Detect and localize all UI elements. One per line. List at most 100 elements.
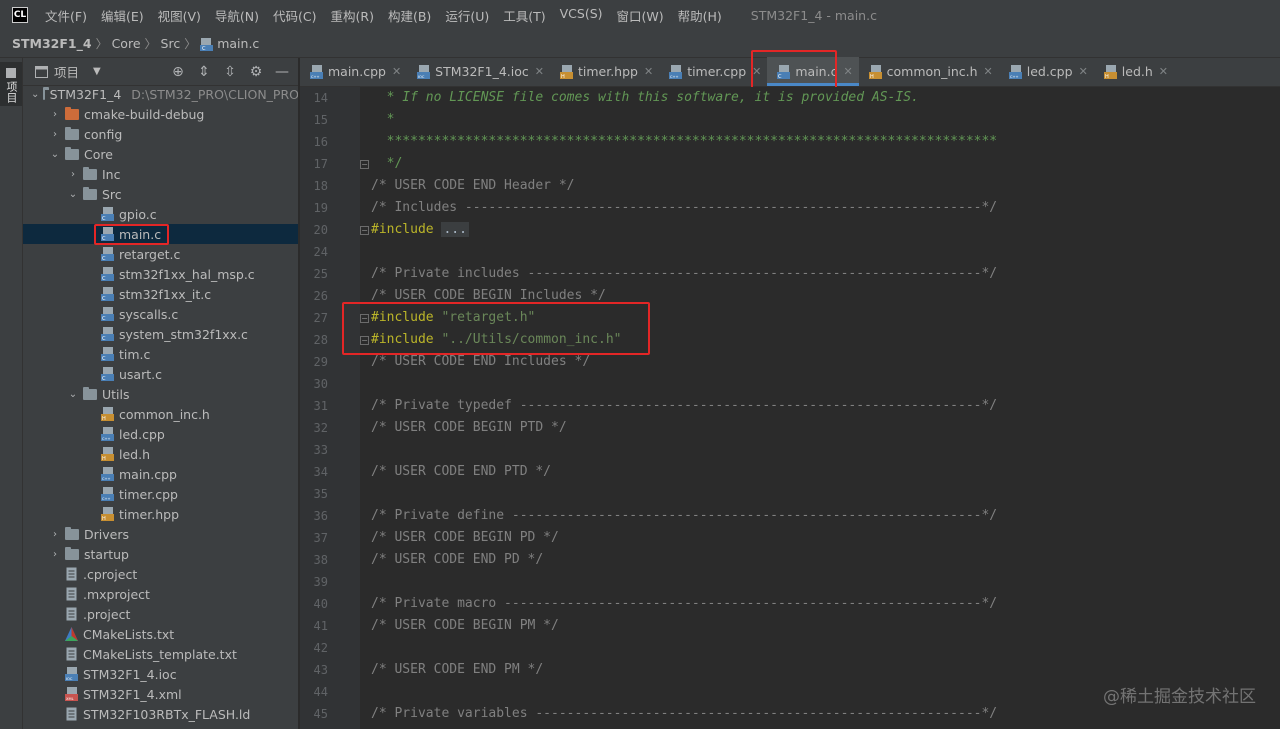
tree-item[interactable]: C++ led.cpp (23, 424, 298, 444)
tree-item[interactable]: .project (23, 604, 298, 624)
menu-item[interactable]: 帮助(H) (678, 6, 722, 25)
editor-tab[interactable]: Htimer.hpp ✕ (550, 57, 659, 86)
menu-item[interactable]: 工具(T) (503, 6, 545, 25)
project-panel-title[interactable]: 项目 (54, 62, 79, 81)
editor-tab[interactable]: Hled.h ✕ (1094, 57, 1174, 86)
code-line[interactable]: */ (371, 156, 403, 171)
chevron-right-icon[interactable]: › (49, 549, 61, 560)
tree-item[interactable]: CMakeLists_template.txt (23, 644, 298, 664)
close-icon[interactable]: ✕ (392, 65, 401, 78)
close-icon[interactable]: ✕ (535, 65, 544, 78)
code-line[interactable]: #include "../Utils/common_inc.h" (371, 332, 621, 347)
fold-toggle-icon[interactable]: − (360, 314, 369, 323)
menu-item[interactable]: 窗口(W) (617, 6, 664, 25)
menu-item[interactable]: VCS(S) (560, 6, 603, 25)
chevron-down-icon[interactable]: ⌄ (67, 389, 79, 400)
close-icon[interactable]: ✕ (752, 65, 761, 78)
tree-item[interactable]: XML STM32F1_4.xml (23, 684, 298, 704)
code-line[interactable]: /* Private define ----------------------… (371, 508, 997, 523)
close-icon[interactable]: ✕ (1079, 65, 1088, 78)
editor-tab[interactable]: IOC STM32F1_4.ioc ✕ (407, 57, 550, 86)
code-line[interactable]: /* Private macro -----------------------… (371, 596, 997, 611)
tree-item[interactable]: IOC STM32F1_4.ioc (23, 664, 298, 684)
tree-item[interactable]: › Inc (23, 164, 298, 184)
code-line[interactable]: /* USER CODE END PTD */ (371, 464, 551, 479)
close-icon[interactable]: ✕ (1159, 65, 1168, 78)
tree-item[interactable]: › config (23, 124, 298, 144)
tree-item[interactable]: .cproject (23, 564, 298, 584)
code-line[interactable]: /* USER CODE END Includes */ (371, 354, 590, 369)
fold-toggle-icon[interactable]: − (360, 336, 369, 345)
fold-toggle-icon[interactable]: − (360, 226, 369, 235)
tree-item[interactable]: Ctim.c (23, 344, 298, 364)
code-line[interactable]: #include ... (371, 222, 469, 237)
chevron-right-icon[interactable]: › (49, 109, 61, 120)
tree-item[interactable]: ⌄ Src (23, 184, 298, 204)
code-line[interactable]: /* USER CODE BEGIN PM */ (371, 618, 559, 633)
tree-item[interactable]: C++ timer.cpp (23, 484, 298, 504)
hide-panel-icon[interactable]: — (274, 64, 290, 80)
tree-item[interactable]: C++ main.cpp (23, 464, 298, 484)
editor-tab[interactable]: C++ led.cpp ✕ (999, 57, 1094, 86)
locate-file-icon[interactable]: ⊕ (170, 64, 186, 80)
gear-icon[interactable]: ⚙ (248, 64, 264, 80)
code-line[interactable]: #include "retarget.h" (371, 310, 535, 325)
close-icon[interactable]: ✕ (843, 65, 852, 78)
editor-tab[interactable]: C++ timer.cpp ✕ (659, 57, 767, 86)
tree-item[interactable]: › cmake-build-debug (23, 104, 298, 124)
close-icon[interactable]: ✕ (644, 65, 653, 78)
project-tool-window-tab[interactable]: 项目 (0, 62, 22, 106)
tree-item[interactable]: Cgpio.c (23, 204, 298, 224)
fold-toggle-icon[interactable]: − (360, 160, 369, 169)
code-line[interactable]: /* USER CODE BEGIN Includes */ (371, 288, 606, 303)
chevron-right-icon[interactable]: › (67, 169, 79, 180)
breadcrumb-src[interactable]: Src (161, 36, 181, 51)
code-line[interactable]: * If no LICENSE file comes with this sof… (371, 90, 919, 105)
tree-item[interactable]: Cstm32f1xx_it.c (23, 284, 298, 304)
tree-item[interactable]: Csystem_stm32f1xx.c (23, 324, 298, 344)
code-line[interactable]: /* Private typedef ---------------------… (371, 398, 997, 413)
editor-tab[interactable]: Hcommon_inc.h ✕ (859, 57, 999, 86)
editor-tab[interactable]: Cmain.c ✕ (767, 57, 859, 86)
menu-item[interactable]: 运行(U) (445, 6, 489, 25)
tree-item[interactable]: Hled.h (23, 444, 298, 464)
collapse-all-icon[interactable]: ⇳ (222, 64, 238, 80)
menu-item[interactable]: 重构(R) (331, 6, 374, 25)
tree-item[interactable]: Cstm32f1xx_hal_msp.c (23, 264, 298, 284)
tree-item[interactable]: .mxproject (23, 584, 298, 604)
code-line[interactable]: /* USER CODE BEGIN PTD */ (371, 420, 567, 435)
code-line[interactable]: /* USER CODE END PM */ (371, 662, 543, 677)
tree-item[interactable]: Hcommon_inc.h (23, 404, 298, 424)
code-line[interactable]: /* Includes ----------------------------… (371, 200, 997, 215)
chevron-down-icon[interactable]: ⌄ (31, 89, 39, 100)
tree-item[interactable]: › Drivers (23, 524, 298, 544)
menu-item[interactable]: 导航(N) (215, 6, 259, 25)
tree-item[interactable]: Htimer.hpp (23, 504, 298, 524)
code-line[interactable]: * (371, 112, 395, 127)
chevron-right-icon[interactable]: › (49, 529, 61, 540)
chevron-down-icon[interactable]: ⌄ (67, 189, 79, 200)
tree-item[interactable]: Cretarget.c (23, 244, 298, 264)
tree-item[interactable]: › startup (23, 544, 298, 564)
expand-all-icon[interactable]: ⇕ (196, 64, 212, 80)
tree-item[interactable]: Csyscalls.c (23, 304, 298, 324)
code-line[interactable]: /* Private includes --------------------… (371, 266, 997, 281)
tree-item[interactable]: ⌄ Core (23, 144, 298, 164)
chevron-down-icon[interactable]: ⌄ (49, 149, 61, 160)
menu-item[interactable]: 视图(V) (158, 6, 201, 25)
clion-logo-icon[interactable]: CL (12, 7, 28, 23)
chevron-right-icon[interactable]: › (49, 129, 61, 140)
code-line[interactable]: /* USER CODE END Header */ (371, 178, 575, 193)
menu-item[interactable]: 代码(C) (273, 6, 316, 25)
tree-item[interactable]: Cmain.c (23, 224, 298, 244)
code-line[interactable]: ****************************************… (371, 134, 998, 149)
tree-item[interactable]: STM32F103RBTx_FLASH.ld (23, 704, 298, 724)
menu-item[interactable]: 构建(B) (388, 6, 431, 25)
menu-item[interactable]: 编辑(E) (101, 6, 144, 25)
chevron-down-icon[interactable]: ▼ (93, 66, 101, 77)
breadcrumb-project[interactable]: STM32F1_4 (12, 36, 92, 51)
code-line[interactable]: /* USER CODE END PD */ (371, 552, 543, 567)
menu-item[interactable]: 文件(F) (45, 6, 87, 25)
editor-tab[interactable]: C++ main.cpp ✕ (300, 57, 407, 86)
tree-item[interactable]: Cusart.c (23, 364, 298, 384)
